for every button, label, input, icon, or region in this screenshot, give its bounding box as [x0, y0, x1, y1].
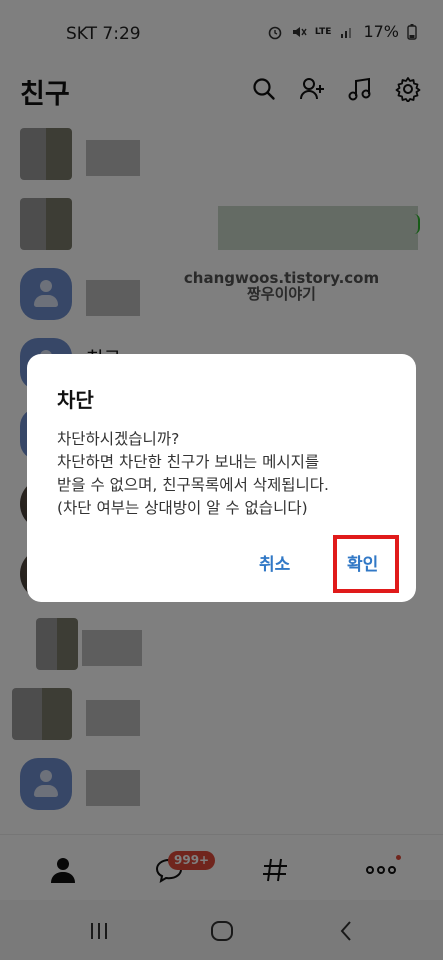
- dialog-message: 차단하시겠습니까? 차단하면 차단한 친구가 보내는 메시지를 받을 수 없으며…: [57, 428, 397, 520]
- cancel-button[interactable]: 취소: [259, 550, 290, 575]
- dialog-line: (차단 여부는 상대방이 알 수 없습니다): [57, 499, 308, 517]
- dialog-line: 받을 수 없으며, 친구목록에서 삭제됩니다.: [57, 476, 329, 494]
- dialog-title: 차단: [57, 388, 94, 412]
- confirm-highlight-box: [333, 535, 399, 593]
- dialog-line: 차단하면 차단한 친구가 보내는 메시지를: [57, 453, 320, 471]
- dialog-line: 차단하시겠습니까?: [57, 430, 180, 448]
